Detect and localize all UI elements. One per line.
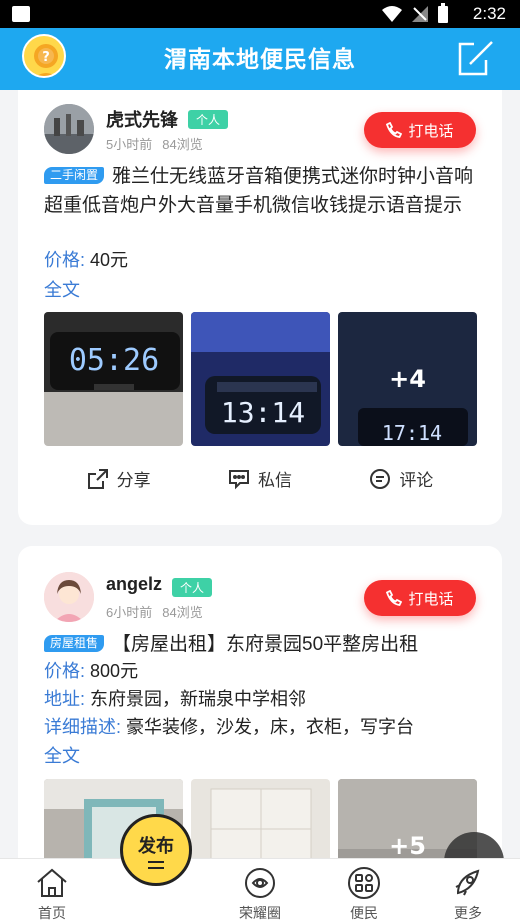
svg-text:17:14: 17:14 — [382, 421, 442, 445]
battery-icon — [438, 2, 448, 23]
nav-more[interactable]: 更多 — [428, 859, 508, 924]
description-key: 详细描述: — [44, 717, 122, 737]
post-photo[interactable]: 17:14 +4 — [338, 312, 477, 446]
share-icon — [87, 468, 108, 489]
address-field: 地址: 东府景园，新瑞泉中学相邻 — [44, 685, 306, 713]
category-tag: 房屋租售 — [44, 635, 105, 652]
photo-grid: +5 — [44, 779, 477, 858]
chat-icon — [228, 469, 249, 489]
message-button[interactable]: 私信 — [228, 466, 292, 491]
comment-button[interactable]: 评论 — [369, 466, 433, 491]
call-label: 打电话 — [408, 590, 454, 608]
phone-icon — [386, 590, 403, 606]
post-title[interactable]: 房屋租售 【房屋出租】东府景园50平整房出租 — [44, 630, 478, 659]
post-time: 5小时前 — [106, 137, 153, 152]
page-title: 渭南本地便民信息 — [164, 46, 356, 72]
svg-text:05:26: 05:26 — [69, 343, 159, 378]
status-time: 2:32 — [472, 4, 506, 23]
call-button[interactable]: 打电话 — [364, 580, 476, 616]
price-value: 40元 — [90, 250, 129, 270]
post-photo[interactable]: 05:26 — [44, 312, 183, 446]
nav-service[interactable]: 便民 — [324, 859, 404, 924]
avatar-photo — [44, 104, 94, 154]
wardrobe-photo — [191, 779, 330, 858]
price-field: 价格: 800元 — [44, 657, 138, 685]
svg-text:13:14: 13:14 — [221, 396, 305, 429]
edit-icon — [458, 41, 493, 76]
more-photos-count: +4 — [389, 365, 426, 393]
role-badge: 个人 — [172, 578, 213, 597]
post-title[interactable]: 二手闲置 雅兰仕无线蓝牙音箱便携式迷你时钟小音响超重低音炮户外大音量手机微信收钱提… — [44, 162, 478, 220]
clock-speaker-photo: 05:26 — [44, 312, 183, 446]
service-grid-icon — [348, 867, 380, 899]
nav-service-label: 便民 — [350, 905, 378, 921]
post-actions: 分享 私信 评论 — [18, 466, 502, 491]
post-feed[interactable]: 虎式先锋 个人 5小时前 84浏览 打电话 二手闲置 雅兰仕无线蓝牙音箱便携式迷你时… — [0, 90, 520, 858]
full-text-link[interactable]: 全文 — [44, 742, 80, 768]
publish-button[interactable]: 发布 — [120, 814, 192, 886]
nav-honor[interactable]: 荣耀圈 — [220, 859, 300, 924]
price-field: 价格: 40元 — [44, 246, 128, 274]
poster-avatar[interactable] — [44, 104, 94, 154]
nav-honor-label: 荣耀圈 — [239, 905, 281, 921]
app-header: ? 渭南本地便民信息 — [0, 28, 520, 90]
full-text-link[interactable]: 全文 — [44, 276, 80, 302]
rocket-icon — [455, 869, 480, 896]
publish-label: 发布 — [138, 835, 174, 856]
address-value: 东府景园，新瑞泉中学相邻 — [90, 689, 307, 709]
post-views: 84浏览 — [162, 605, 203, 620]
post-title-text: 【房屋出租】东府景园50平整房出租 — [112, 634, 419, 655]
post-photo[interactable] — [191, 779, 330, 858]
honor-circle-icon — [245, 868, 275, 898]
post-card: 虎式先锋 个人 5小时前 84浏览 打电话 二手闲置 雅兰仕无线蓝牙音箱便携式迷你时… — [18, 90, 502, 525]
description-field: 详细描述: 豪华装修，沙发，床，衣柜，写字台 — [44, 713, 414, 741]
no-signal-icon — [412, 6, 428, 22]
role-badge: 个人 — [188, 110, 229, 129]
menu-lines-icon — [148, 860, 164, 869]
phone-icon — [386, 122, 403, 138]
comment-icon — [370, 468, 391, 489]
post-meta: 6小时前 84浏览 — [106, 602, 203, 621]
post-time: 6小时前 — [106, 605, 153, 620]
comment-label: 评论 — [399, 471, 434, 490]
poster-avatar[interactable] — [44, 572, 94, 622]
wifi-icon — [382, 6, 402, 22]
speaker-product-photo: 13:14 — [191, 312, 330, 446]
price-key: 价格: — [44, 661, 86, 681]
nav-home[interactable]: 首页 — [12, 859, 92, 924]
post-photo[interactable]: 13:14 — [191, 312, 330, 446]
poster-name[interactable]: angelz — [106, 574, 162, 595]
bottom-nav: 首页 荣耀圈 便民 更多 — [0, 858, 520, 924]
price-value: 800元 — [90, 661, 139, 681]
photo-grid: 05:26 13:14 17:14 +4 — [44, 312, 477, 446]
nav-more-label: 更多 — [454, 905, 482, 921]
address-key: 地址: — [44, 689, 86, 709]
post-title-text: 雅兰仕无线蓝牙音箱便携式迷你时钟小音响超重低音炮户外大音量手机微信收钱提示语音提… — [44, 166, 474, 216]
avatar-illustration — [44, 572, 94, 622]
price-key: 价格: — [44, 250, 86, 270]
post-views: 84浏览 — [162, 137, 203, 152]
share-label: 分享 — [116, 471, 151, 490]
description-value: 豪华装修，沙发，床，衣柜，写字台 — [126, 717, 415, 737]
notification-icon — [12, 6, 30, 22]
edit-button[interactable] — [456, 38, 496, 78]
call-label: 打电话 — [408, 122, 454, 140]
category-tag: 二手闲置 — [44, 167, 105, 184]
status-icons — [382, 2, 448, 23]
message-label: 私信 — [257, 471, 292, 490]
share-button[interactable]: 分享 — [87, 466, 151, 491]
nav-home-label: 首页 — [38, 905, 66, 921]
post-meta: 5小时前 84浏览 — [106, 134, 203, 153]
call-button[interactable]: 打电话 — [364, 112, 476, 148]
status-bar: 2:32 — [0, 0, 520, 28]
poster-name[interactable]: 虎式先锋 — [106, 106, 178, 132]
post-card: angelz 个人 6小时前 84浏览 打电话 房屋租售 【房屋出租】东府景园50平… — [18, 546, 502, 858]
home-icon — [37, 868, 67, 897]
